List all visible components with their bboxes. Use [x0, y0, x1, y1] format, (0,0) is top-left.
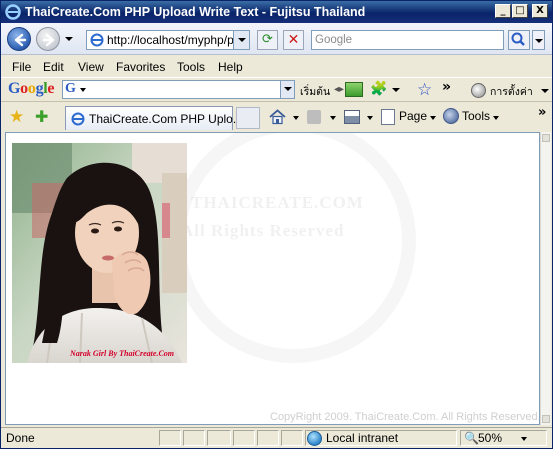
- home-icon[interactable]: [269, 109, 286, 125]
- zoom-dropdown[interactable]: [521, 437, 527, 441]
- google-images-icon[interactable]: [345, 82, 363, 97]
- status-cell-6: [281, 430, 303, 446]
- google-search-input[interactable]: G: [62, 80, 295, 99]
- close-button[interactable]: X: [532, 4, 548, 18]
- feeds-icon[interactable]: [307, 110, 321, 124]
- page-content: THAICREATE.COM All Rights Reserved Narak…: [5, 132, 540, 425]
- google-settings-button[interactable]: การตั้งค่า: [490, 83, 533, 100]
- google-engine-dropdown[interactable]: [80, 88, 86, 92]
- search-icon: [511, 32, 525, 46]
- scroll-up-button[interactable]: [542, 134, 550, 142]
- watermark-rights-text: All Rights Reserved: [181, 221, 345, 240]
- commands-more-button[interactable]: »: [538, 105, 546, 120]
- menu-tools[interactable]: Tools: [177, 60, 205, 74]
- vertical-scrollbar[interactable]: [540, 132, 551, 425]
- page-dropdown[interactable]: [430, 116, 436, 120]
- status-cell-5: [257, 430, 279, 446]
- ie-logo-icon: [5, 4, 21, 20]
- scroll-down-button[interactable]: [542, 415, 550, 423]
- menu-help[interactable]: Help: [218, 60, 243, 74]
- address-bar[interactable]: http://localhost/myphp/ph: [86, 30, 250, 50]
- browser-window: ThaiCreate.Com PHP Upload Write Text - F…: [0, 0, 553, 449]
- photo-caption: Narak Girl By ThaiCreate.Com: [70, 349, 175, 358]
- home-dropdown[interactable]: [293, 116, 299, 120]
- page-icon: [381, 109, 395, 125]
- search-button[interactable]: [508, 30, 530, 50]
- google-logo[interactable]: Google: [8, 80, 55, 98]
- status-cell-2: [183, 430, 205, 446]
- feeds-dropdown[interactable]: [330, 116, 336, 120]
- add-favorite-icon[interactable]: ✚: [35, 107, 48, 126]
- copyright-text: CopyRight 2009. ThaiCreate.Com. All Righ…: [270, 411, 540, 423]
- forward-icon: [42, 33, 55, 47]
- search-placeholder: Google: [315, 34, 353, 46]
- stop-button[interactable]: ✕: [283, 30, 304, 50]
- tools-menu-button[interactable]: Tools: [462, 109, 490, 123]
- refresh-icon: ⟳: [262, 32, 273, 47]
- google-toolbar: Google G เริ่มต้น ◂▸ 🧩 ☆ » การตั้งค่า: [1, 77, 552, 102]
- google-more-button[interactable]: »: [442, 79, 451, 95]
- menu-file[interactable]: File: [12, 60, 31, 74]
- stop-icon: ✕: [287, 32, 300, 48]
- minimize-button[interactable]: _: [495, 4, 511, 18]
- settings-icon[interactable]: [471, 83, 486, 98]
- tab-page-icon: [71, 112, 85, 126]
- search-options-dropdown[interactable]: [532, 30, 545, 50]
- menu-view[interactable]: View: [78, 60, 104, 74]
- status-cell-4: [233, 430, 255, 446]
- google-g-icon[interactable]: G: [65, 81, 76, 97]
- status-text: Done: [6, 431, 35, 445]
- google-start-button[interactable]: เริ่มต้น: [300, 83, 330, 100]
- girl-photo-image: [12, 143, 187, 363]
- zoom-level[interactable]: 50%: [478, 431, 502, 445]
- status-bar: Done Local intranet 🔍 50%: [1, 427, 552, 448]
- forward-button[interactable]: [36, 27, 60, 51]
- bookmark-star-icon[interactable]: ☆: [417, 80, 432, 100]
- new-tab-button[interactable]: [236, 107, 260, 129]
- tab-thaicreate[interactable]: ThaiCreate.Com PHP Uplo...: [65, 106, 243, 130]
- refresh-button[interactable]: ⟳: [257, 30, 278, 50]
- window-title: ThaiCreate.Com PHP Upload Write Text - F…: [25, 5, 366, 19]
- search-input[interactable]: Google: [311, 30, 504, 50]
- popup-blocker-icon[interactable]: 🧩: [370, 81, 388, 98]
- back-button[interactable]: [7, 27, 31, 51]
- google-search-dropdown[interactable]: [280, 81, 294, 98]
- status-cell-1: [159, 430, 181, 446]
- tools-dropdown[interactable]: [493, 116, 499, 120]
- print-icon[interactable]: [344, 110, 360, 124]
- uploaded-photo: Narak Girl By ThaiCreate.Com: [12, 143, 187, 363]
- address-url[interactable]: http://localhost/myphp/ph: [107, 33, 233, 47]
- status-cell-3: [207, 430, 231, 446]
- navigation-bar: http://localhost/myphp/ph ⟳ ✕ Google: [1, 23, 552, 55]
- security-zone[interactable]: Local intranet: [326, 431, 398, 445]
- address-dropdown-button[interactable]: [233, 31, 249, 49]
- favorites-star-icon[interactable]: ★: [9, 107, 24, 127]
- print-dropdown[interactable]: [367, 116, 373, 120]
- watermark-seal: [171, 133, 416, 363]
- tab-bar: ★ ✚ ThaiCreate.Com PHP Uplo... Page Tool…: [1, 103, 552, 131]
- page-menu-button[interactable]: Page: [399, 109, 427, 123]
- recent-pages-dropdown[interactable]: [65, 37, 73, 41]
- settings-dropdown[interactable]: [541, 89, 549, 93]
- menu-favorites[interactable]: Favorites: [116, 60, 165, 74]
- globe-icon: [307, 431, 322, 446]
- maximize-button[interactable]: □: [512, 4, 528, 18]
- watermark-site-text: THAICREATE.COM: [191, 193, 364, 212]
- zoom-icon: 🔍: [464, 431, 479, 445]
- menu-bar: File Edit View Favorites Tools Help: [1, 56, 552, 77]
- toolbar-arrows-icon: ◂▸: [334, 84, 345, 95]
- title-bar[interactable]: ThaiCreate.Com PHP Upload Write Text - F…: [1, 1, 552, 23]
- ie-page-icon: [90, 33, 104, 47]
- popup-dropdown[interactable]: [392, 88, 400, 92]
- back-icon: [14, 33, 27, 47]
- tools-icon: [443, 108, 459, 124]
- menu-edit[interactable]: Edit: [43, 60, 64, 74]
- tab-title: ThaiCreate.Com PHP Uplo...: [89, 112, 243, 126]
